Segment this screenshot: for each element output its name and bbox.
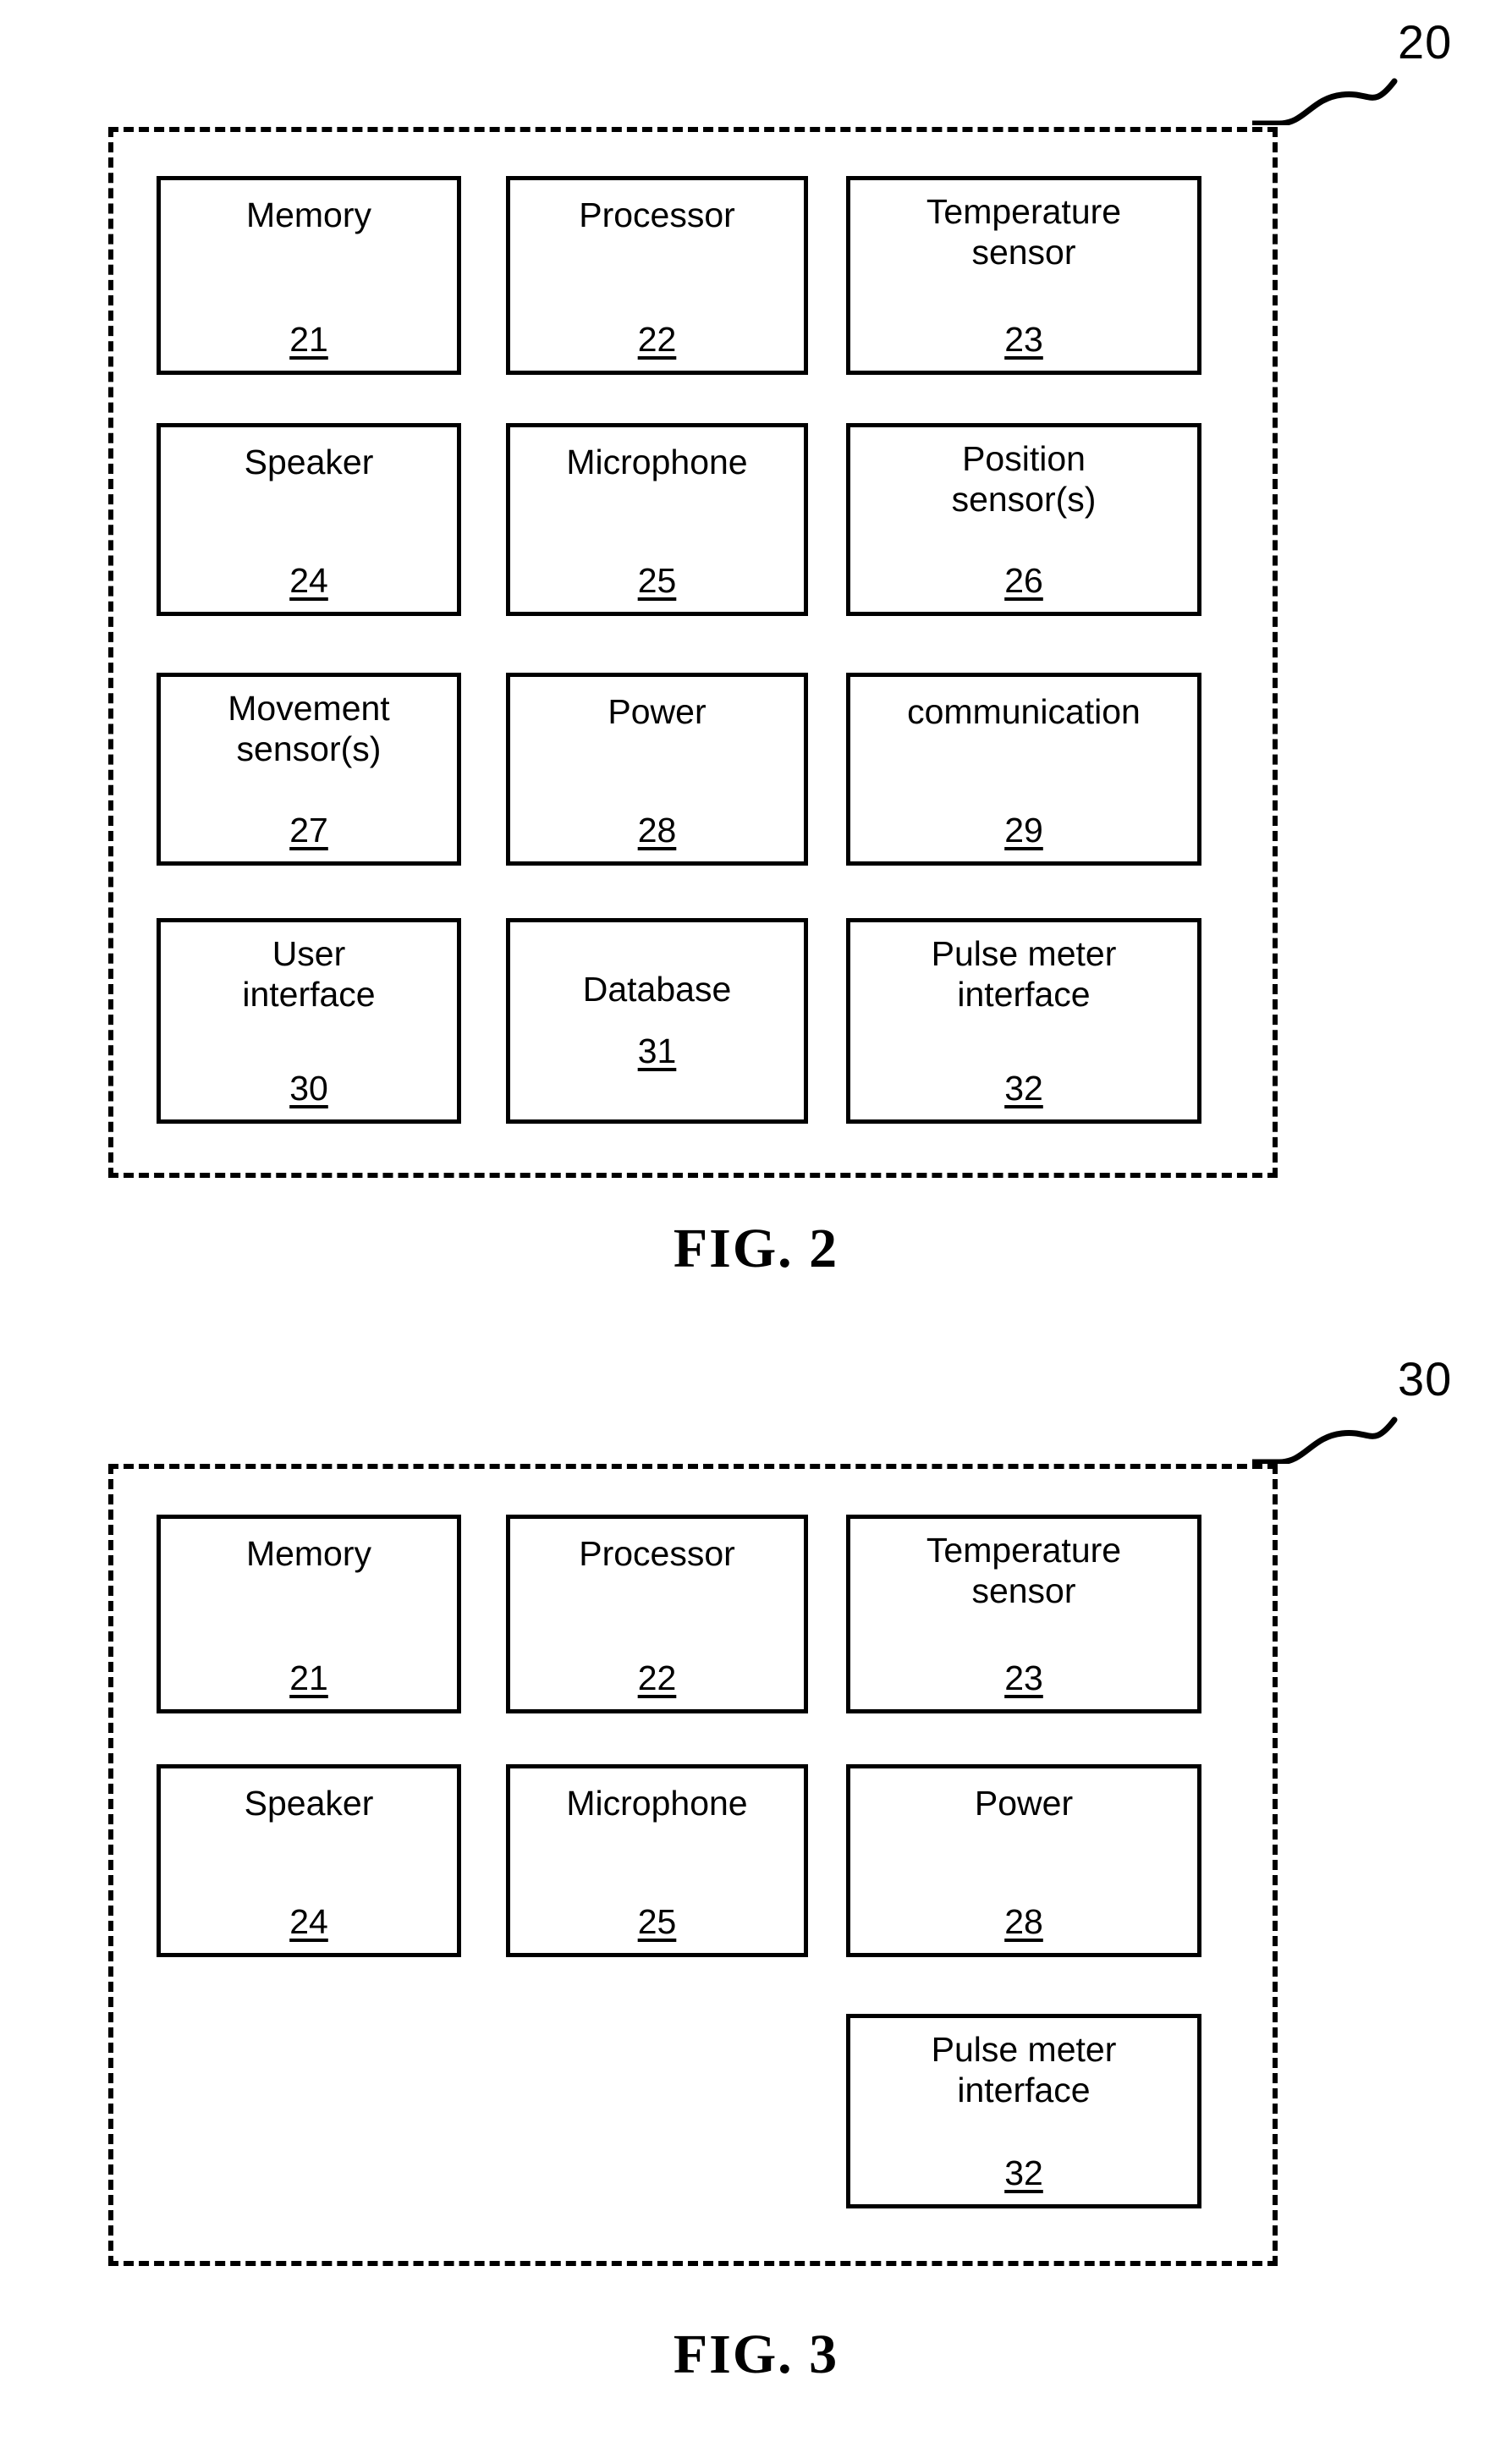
fig3-block-processor[interactable]: Processor 22 (506, 1515, 808, 1713)
fig3-block-speaker-ref: 24 (289, 1902, 328, 1941)
fig2-block-movement-sensor-ref: 27 (289, 811, 328, 850)
fig2-block-temperature-sensor-ref: 23 (1004, 320, 1043, 359)
fig2-block-microphone[interactable]: Microphone 25 (506, 423, 808, 616)
fig2-block-power-ref: 28 (637, 811, 677, 850)
fig3-block-memory-ref: 21 (289, 1658, 328, 1697)
fig2-block-position-sensor[interactable]: Position sensor(s) 26 (846, 423, 1201, 616)
figure-3: 30 Memory 21 Processor 22 Temperature se… (0, 1320, 1512, 2464)
fig2-block-speaker-ref: 24 (289, 561, 328, 600)
fig2-block-speaker[interactable]: Speaker 24 (157, 423, 461, 616)
fig3-block-pulse-meter-interface-label: Pulse meter interface (931, 2030, 1117, 2109)
fig2-block-memory[interactable]: Memory 21 (157, 176, 461, 375)
fig2-block-power[interactable]: Power 28 (506, 673, 808, 866)
fig2-reference-numeral: 20 (1398, 15, 1453, 69)
fig3-block-power[interactable]: Power 28 (846, 1764, 1201, 1957)
fig2-caption: FIG. 2 (673, 1218, 839, 1279)
fig2-block-position-sensor-label: Position sensor(s) (951, 439, 1097, 519)
fig3-block-temperature-sensor-ref: 23 (1004, 1658, 1043, 1697)
fig2-block-user-interface[interactable]: User interface 30 (157, 918, 461, 1124)
fig3-block-temperature-sensor-label: Temperature sensor (926, 1531, 1122, 1610)
fig2-block-movement-sensor[interactable]: Movement sensor(s) 27 (157, 673, 461, 866)
fig2-block-speaker-label: Speaker (244, 443, 374, 481)
fig2-block-database-label: Database (582, 970, 732, 1009)
fig3-block-pulse-meter-interface[interactable]: Pulse meter interface 32 (846, 2014, 1201, 2208)
fig3-block-pulse-meter-interface-ref: 32 (1004, 2153, 1043, 2192)
fig2-block-processor[interactable]: Processor 22 (506, 176, 808, 375)
fig2-block-memory-label: Memory (245, 195, 372, 234)
fig2-block-memory-ref: 21 (289, 320, 328, 359)
fig3-caption: FIG. 3 (673, 2324, 839, 2385)
fig2-block-microphone-label: Microphone (566, 443, 748, 481)
fig3-block-temperature-sensor[interactable]: Temperature sensor 23 (846, 1515, 1201, 1713)
fig2-block-communication[interactable]: communication 29 (846, 673, 1201, 866)
fig2-block-processor-label: Processor (579, 195, 735, 234)
fig2-block-microphone-ref: 25 (637, 561, 677, 600)
fig3-block-power-label: Power (974, 1784, 1074, 1823)
fig2-block-database[interactable]: Database 31 (506, 918, 808, 1124)
fig3-block-processor-label: Processor (579, 1534, 735, 1573)
fig2-block-temperature-sensor[interactable]: Temperature sensor 23 (846, 176, 1201, 375)
fig3-block-microphone[interactable]: Microphone 25 (506, 1764, 808, 1957)
fig2-block-temperature-sensor-label: Temperature sensor (926, 192, 1122, 272)
fig2-block-power-label: Power (608, 692, 707, 731)
fig3-block-memory-label: Memory (245, 1534, 372, 1573)
fig2-block-movement-sensor-label: Movement sensor(s) (228, 689, 390, 768)
fig3-block-power-ref: 28 (1004, 1902, 1043, 1941)
fig3-block-processor-ref: 22 (637, 1658, 677, 1697)
fig2-block-database-ref: 31 (637, 1031, 677, 1070)
fig2-block-communication-ref: 29 (1004, 811, 1043, 850)
fig3-block-speaker[interactable]: Speaker 24 (157, 1764, 461, 1957)
fig2-block-position-sensor-ref: 26 (1004, 561, 1043, 600)
fig3-reference-numeral: 30 (1398, 1352, 1453, 1405)
figure-2: 20 Memory 21 Processor 22 Temperature se… (0, 0, 1512, 1320)
fig3-block-microphone-ref: 25 (637, 1902, 677, 1941)
fig2-block-pulse-meter-interface[interactable]: Pulse meter interface 32 (846, 918, 1201, 1124)
fig3-block-speaker-label: Speaker (244, 1784, 374, 1823)
fig2-block-user-interface-label: User interface (242, 934, 376, 1014)
fig3-leader-line (1252, 1416, 1398, 1464)
fig2-block-processor-ref: 22 (637, 320, 677, 359)
fig2-block-pulse-meter-interface-ref: 32 (1004, 1069, 1043, 1108)
fig3-block-memory[interactable]: Memory 21 (157, 1515, 461, 1713)
fig2-block-user-interface-ref: 30 (289, 1069, 328, 1108)
fig2-block-communication-label: communication (907, 692, 1141, 731)
fig2-block-pulse-meter-interface-label: Pulse meter interface (931, 934, 1117, 1014)
fig3-block-microphone-label: Microphone (566, 1784, 748, 1823)
fig2-leader-line (1252, 78, 1398, 125)
